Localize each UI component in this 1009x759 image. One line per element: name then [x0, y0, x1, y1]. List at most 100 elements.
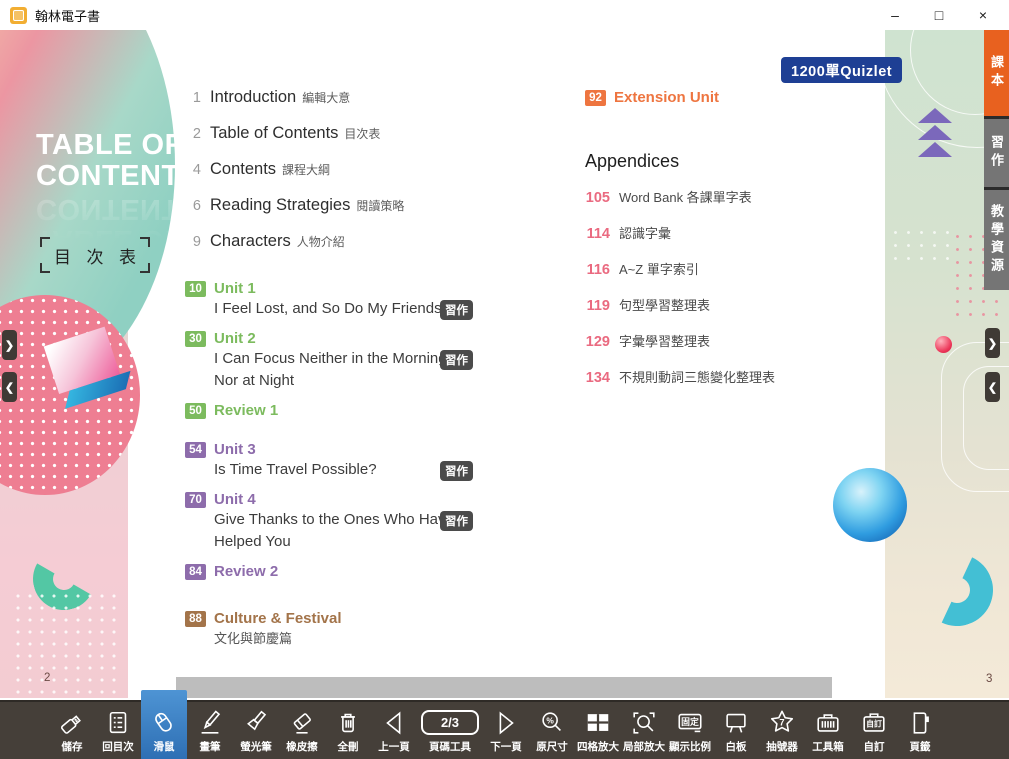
- toc-title-english: TABLE OFCONTENTS: [36, 130, 196, 192]
- custom-tool[interactable]: 自訂自訂: [851, 702, 897, 759]
- maximize-button[interactable]: □: [917, 0, 961, 30]
- region-zoom-tool[interactable]: 局部放大: [621, 702, 667, 759]
- appendix-item[interactable]: 114認識字彙: [585, 223, 885, 238]
- appendix-item-page: 129: [585, 334, 610, 350]
- appendix-item[interactable]: 116A~Z 單字索引: [585, 259, 885, 274]
- bottom-toolbar: 儲存回目次滑鼠 畫筆螢光筆橡皮擦全刪上一頁2/3頁碼工具下一頁%原尺寸四格放大局部…: [0, 700, 1009, 759]
- appendix-item-title: Word Bank 各課單字表: [619, 187, 752, 206]
- unit-subtitle: I Feel Lost, and So Do My Friends: [214, 298, 472, 320]
- toc-left-column: 1Introduction編輯大意 2Table of Contents目次表 4C…: [185, 88, 491, 670]
- left-panel-expand-button[interactable]: ❯: [2, 330, 17, 360]
- page-badge: 54: [185, 442, 206, 458]
- unit-subtitle: I Can Focus Neither in the Morning Nor a…: [214, 348, 472, 392]
- eraser-tool[interactable]: 橡皮擦: [279, 702, 325, 759]
- toc-item-note: 閱讀策略: [356, 197, 404, 214]
- appendices-list: 105Word Bank 各課單字表 114認識字彙 116A~Z 單字索引 119句…: [585, 187, 885, 382]
- unit-item[interactable]: 88Culture & Festival文化與節慶篇: [185, 609, 491, 650]
- title-bar: 翰林電子書 – □ ×: [0, 0, 1009, 30]
- toolbox-tool[interactable]: 工具箱: [805, 702, 851, 759]
- quizlet-button[interactable]: 1200單Quizlet: [781, 57, 902, 83]
- unit-subtitle-chinese: 文化與節慶篇: [214, 628, 472, 650]
- appendix-item-page: 114: [585, 226, 610, 242]
- toc-item[interactable]: 9Characters人物介紹: [185, 232, 491, 253]
- tool-label: 局部放大: [623, 739, 665, 754]
- tool-label: 白板: [726, 739, 747, 754]
- quad-zoom-tool[interactable]: 四格放大: [575, 702, 621, 759]
- page-tab-tool[interactable]: 頁籤: [897, 702, 943, 759]
- usb-save-icon: [58, 709, 86, 737]
- number-picker-tool[interactable]: 7抽號器: [759, 702, 805, 759]
- tool-label: 儲存: [62, 739, 83, 754]
- toc-item[interactable]: 4Contents課程大綱: [185, 160, 491, 181]
- toc-item[interactable]: 1Introduction編輯大意: [185, 88, 491, 109]
- appendix-item[interactable]: 105Word Bank 各課單字表: [585, 187, 885, 202]
- tab-teaching-resources[interactable]: 教學資源: [984, 190, 1009, 290]
- appendix-item[interactable]: 134不規則動詞三態變化整理表: [585, 367, 885, 382]
- workbook-badge[interactable]: 習作: [440, 300, 473, 320]
- tab-workbook[interactable]: 習作: [984, 119, 1009, 187]
- left-decoration-panel: TABLE OFCONTENTS TABLE OFCONTENTS 目次表: [0, 30, 128, 698]
- side-tab-bar: 課本 習作 教學資源: [984, 30, 1009, 290]
- horizontal-scrollbar-thumb[interactable]: [176, 677, 832, 698]
- unit-item[interactable]: 50Review 1: [185, 401, 491, 420]
- tool-label: 四格放大: [577, 739, 619, 754]
- unit-group: 10Unit 1I Feel Lost, and So Do My Friend…: [185, 279, 491, 420]
- pen-icon: [196, 709, 224, 737]
- trash-icon: [334, 709, 362, 737]
- unit-item[interactable]: 10Unit 1I Feel Lost, and So Do My Friend…: [185, 279, 491, 320]
- next-page-icon: [492, 709, 520, 737]
- original-size-tool[interactable]: %原尺寸: [529, 702, 575, 759]
- page-indicator-value[interactable]: 2/3: [421, 710, 479, 735]
- chevron-left-icon: ❮: [988, 381, 997, 394]
- left-panel-collapse-button[interactable]: ❮: [2, 372, 17, 402]
- toc-right-column: 92 Extension Unit Appendices 105Word Ban…: [585, 88, 885, 403]
- toc-item-title: Table of Contents: [210, 124, 338, 143]
- close-button[interactable]: ×: [961, 0, 1005, 30]
- unit-item[interactable]: 30Unit 2I Can Focus Neither in the Morni…: [185, 329, 491, 392]
- eraser-icon: [288, 709, 316, 737]
- pen-tool[interactable]: 畫筆: [187, 702, 233, 759]
- unit-title: Unit 3: [214, 440, 472, 459]
- page-badge: 88: [185, 611, 206, 627]
- workbook-badge[interactable]: 習作: [440, 461, 473, 481]
- delete-all-tool[interactable]: 全刪: [325, 702, 371, 759]
- prev-page-tool[interactable]: 上一頁: [371, 702, 417, 759]
- unit-title: Review 2: [214, 562, 278, 581]
- toc-tool[interactable]: 回目次: [95, 702, 141, 759]
- page-number-tool[interactable]: 2/3頁碼工具: [417, 702, 483, 759]
- appendix-item-title: A~Z 單字索引: [619, 259, 699, 278]
- page-badge: 30: [185, 331, 206, 347]
- next-page-tool[interactable]: 下一頁: [483, 702, 529, 759]
- toc-item[interactable]: 6Reading Strategies閱讀策略: [185, 196, 491, 217]
- toc-item[interactable]: 2Table of Contents目次表: [185, 124, 491, 145]
- right-panel-expand-button[interactable]: ❯: [985, 328, 1000, 358]
- toc-item-page: 1: [185, 90, 201, 106]
- toolbox-icon: [814, 709, 842, 737]
- workbook-badge[interactable]: 習作: [440, 350, 473, 370]
- right-panel-collapse-button[interactable]: ❮: [985, 372, 1000, 402]
- tab-textbook[interactable]: 課本: [984, 30, 1009, 116]
- minimize-button[interactable]: –: [873, 0, 917, 30]
- mouse-tool[interactable]: 滑鼠: [141, 690, 187, 759]
- whiteboard-icon: [722, 709, 750, 737]
- unit-item[interactable]: 54Unit 3Is Time Travel Possible?習作: [185, 440, 491, 481]
- page-badge: 10: [185, 281, 206, 297]
- toc-item-title: Contents: [210, 160, 276, 179]
- app-icon: [10, 7, 27, 24]
- tool-label: 畫筆: [200, 739, 221, 754]
- appendix-item[interactable]: 119句型學習整理表: [585, 295, 885, 310]
- toc-list-icon: [104, 709, 132, 737]
- page-badge: 70: [185, 492, 206, 508]
- unit-item[interactable]: 84Review 2: [185, 562, 491, 581]
- appendix-item[interactable]: 129字彙學習整理表: [585, 331, 885, 346]
- whiteboard-tool[interactable]: 白板: [713, 702, 759, 759]
- extension-title: Extension Unit: [614, 88, 719, 107]
- unit-item[interactable]: 70Unit 4Give Thanks to the Ones Who Have…: [185, 490, 491, 553]
- highlighter-tool[interactable]: 螢光筆: [233, 702, 279, 759]
- save-tool[interactable]: 儲存: [49, 702, 95, 759]
- toc-item-page: 4: [185, 162, 201, 178]
- tool-label: 滑鼠: [154, 739, 175, 754]
- extension-unit-item[interactable]: 92 Extension Unit: [585, 88, 885, 107]
- display-ratio-tool[interactable]: 固定顯示比例: [667, 702, 713, 759]
- workbook-badge[interactable]: 習作: [440, 511, 473, 531]
